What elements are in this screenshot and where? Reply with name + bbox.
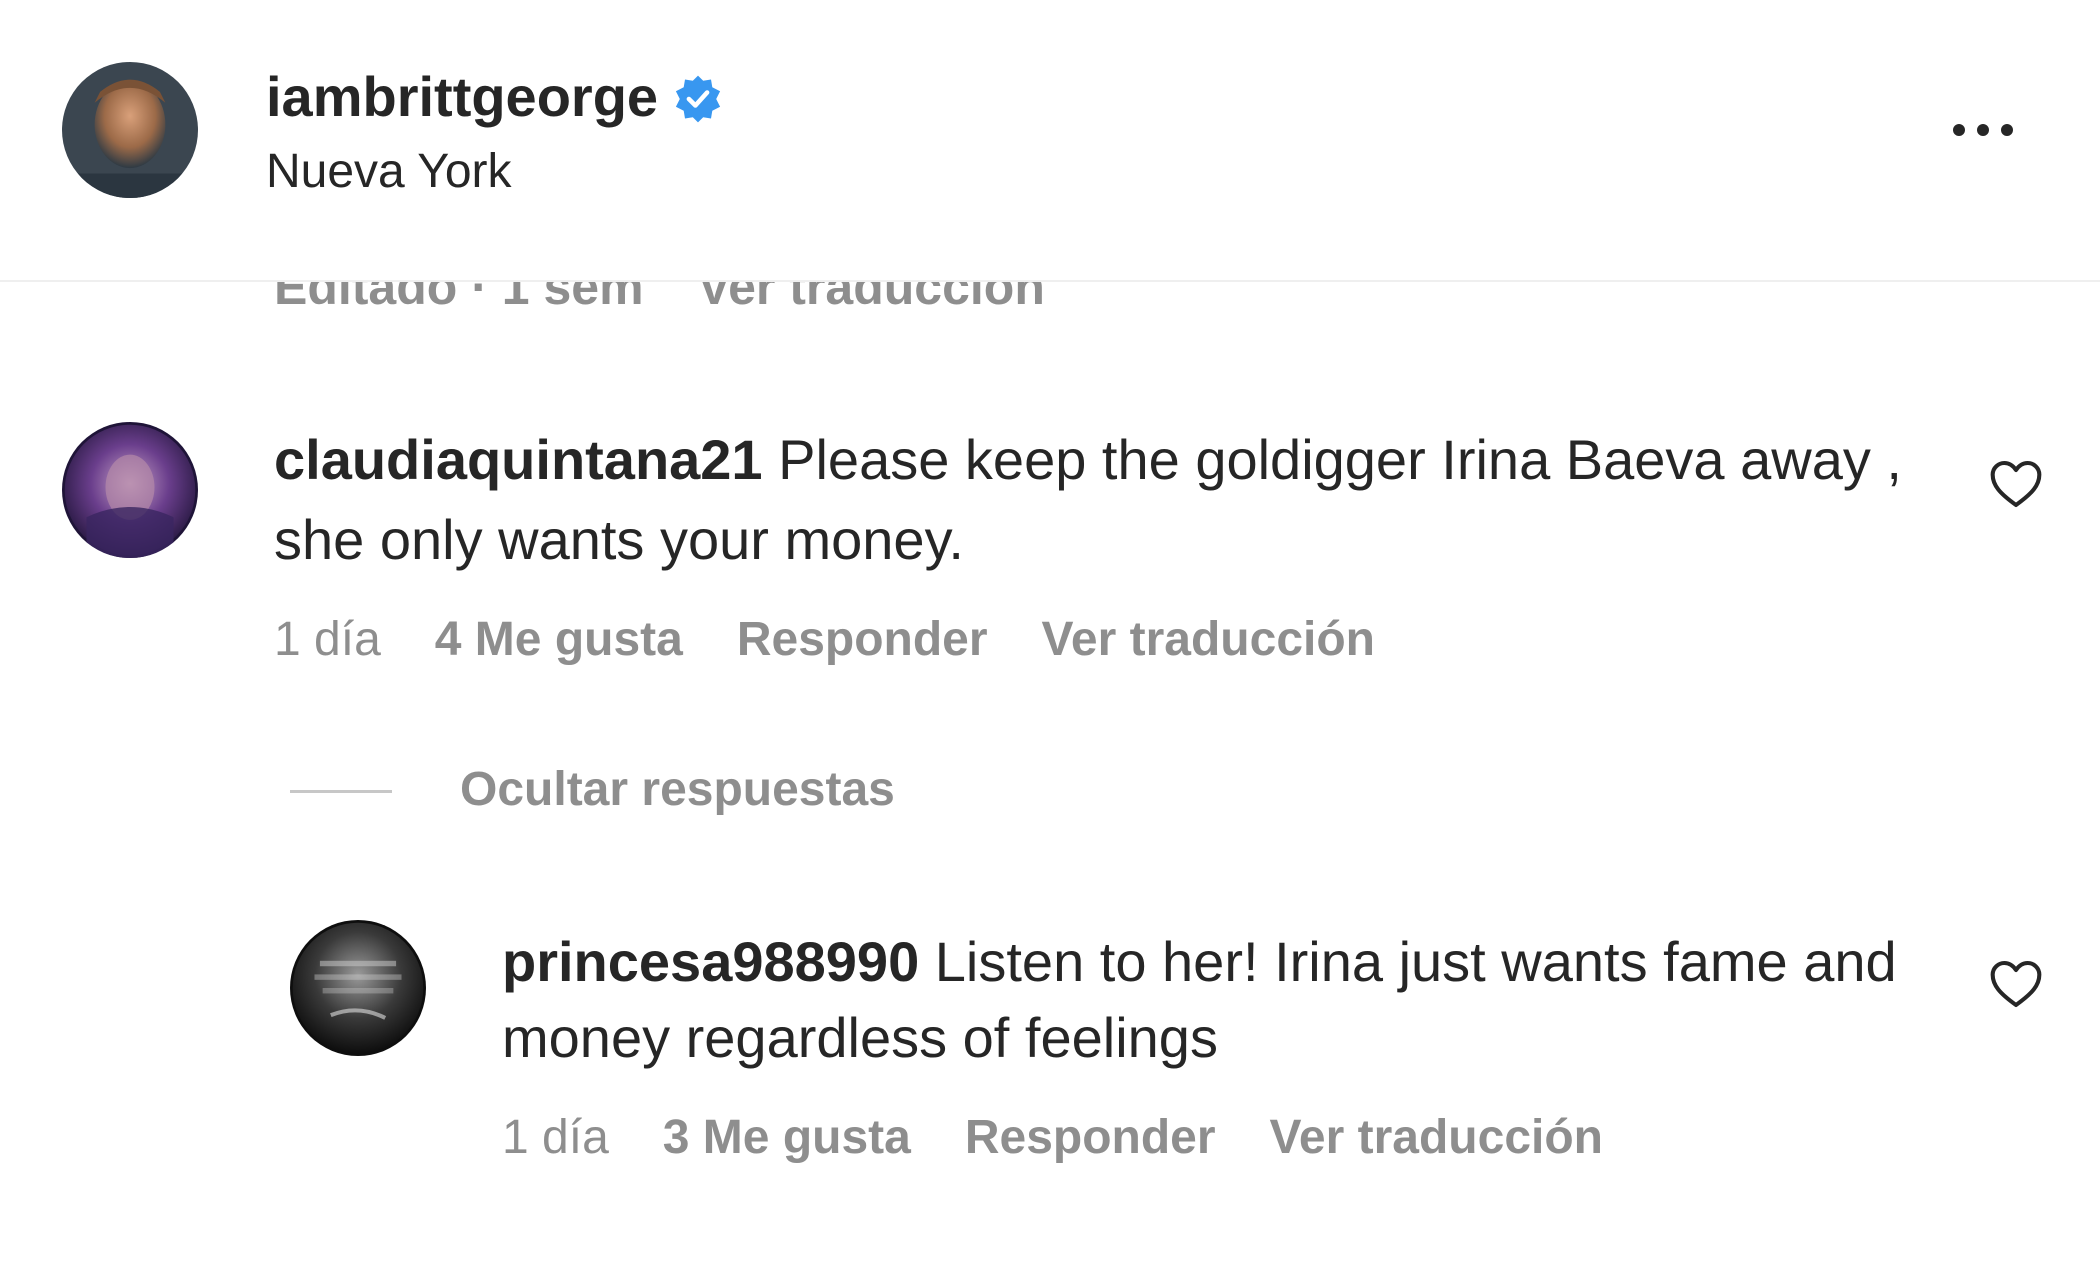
- more-options-button[interactable]: [1938, 108, 2028, 152]
- commenter-avatar[interactable]: [62, 422, 198, 558]
- reply-meta: 1 día 3 Me gusta Responder Ver traducció…: [502, 1110, 1603, 1165]
- reply-body: princesa988990 Listen to her! Irina just…: [502, 924, 1922, 1076]
- more-horizontal-icon: [1953, 124, 1965, 136]
- comment-body: claudiaquintana21 Please keep the goldig…: [274, 420, 1914, 580]
- reply-translate-link[interactable]: Ver traducción: [1270, 1110, 1603, 1165]
- owner-avatar[interactable]: [62, 62, 198, 198]
- owner-username[interactable]: iambrittgeorge: [266, 62, 724, 132]
- owner-username-text[interactable]: iambrittgeorge: [266, 62, 658, 132]
- like-heart-icon[interactable]: [1988, 458, 2044, 510]
- reply-like-heart-icon[interactable]: [1988, 958, 2044, 1010]
- reply-likes-link[interactable]: 3 Me gusta: [663, 1110, 911, 1165]
- hide-replies-button[interactable]: Ocultar respuestas: [460, 760, 895, 820]
- comment-likes-link[interactable]: 4 Me gusta: [435, 612, 683, 667]
- post-header: iambrittgeorge Nueva York: [0, 0, 2100, 282]
- replies-divider-line: [290, 790, 392, 793]
- comment-time[interactable]: 1 día: [274, 612, 381, 667]
- more-dot: [2001, 124, 2013, 136]
- comment-meta: 1 día 4 Me gusta Responder Ver traducció…: [274, 612, 1375, 667]
- verified-badge-icon: [672, 71, 724, 123]
- translate-link[interactable]: Ver traducción: [1042, 612, 1375, 667]
- post-location[interactable]: Nueva York: [266, 142, 512, 202]
- reply-username[interactable]: princesa988990: [502, 930, 919, 993]
- reply-time[interactable]: 1 día: [502, 1110, 609, 1165]
- more-dot: [1977, 124, 1989, 136]
- reply-avatar[interactable]: [290, 920, 426, 1056]
- reply-button[interactable]: Responder: [737, 612, 988, 667]
- comment-username[interactable]: claudiaquintana21: [274, 428, 763, 491]
- reply-reply-button[interactable]: Responder: [965, 1110, 1216, 1165]
